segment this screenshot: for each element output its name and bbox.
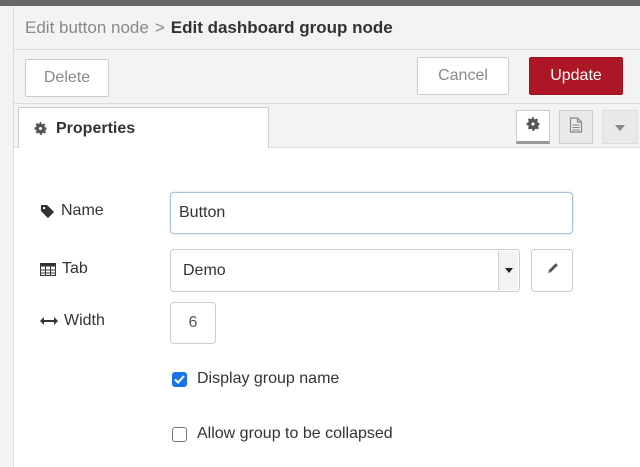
name-input[interactable]	[170, 192, 573, 234]
properties-form: Name Tab Demo Width 6	[14, 148, 640, 467]
name-label: Name	[40, 202, 104, 220]
more-options-button[interactable]	[602, 110, 638, 144]
name-label-text: Name	[61, 202, 104, 219]
node-settings-button[interactable]	[516, 110, 550, 144]
pencil-icon	[546, 262, 559, 280]
allow-collapse-checkbox[interactable]	[172, 426, 187, 442]
tab-properties-label: Properties	[56, 119, 136, 137]
tag-icon	[40, 204, 55, 219]
editor-background	[0, 0, 14, 467]
breadcrumb-parent[interactable]: Edit button node	[25, 18, 149, 38]
node-description-button[interactable]	[559, 110, 593, 144]
breadcrumb-current: Edit dashboard group node	[170, 17, 393, 37]
chevron-down-icon	[615, 118, 625, 136]
edit-tab-button[interactable]	[531, 249, 573, 292]
delete-button[interactable]: Delete	[25, 59, 109, 97]
editor-top-strip	[0, 0, 14, 6]
tab-select[interactable]: Demo	[170, 249, 520, 292]
description-icon	[569, 116, 583, 138]
width-label: Width	[40, 312, 105, 330]
gear-icon	[525, 116, 541, 137]
table-icon	[40, 262, 56, 276]
breadcrumb-separator: >	[154, 17, 165, 37]
allow-collapse-label: Allow group to be collapsed	[197, 425, 393, 442]
tab-properties[interactable]: Properties	[18, 107, 269, 149]
gear-icon	[33, 121, 48, 136]
tab-label: Tab	[40, 260, 88, 278]
arrows-horizontal-icon	[40, 316, 58, 326]
edit-tray: Edit button node > Edit dashboard group …	[14, 0, 640, 467]
chevron-down-icon[interactable]	[498, 251, 518, 290]
tray-toolbar: Delete Cancel Update	[14, 50, 640, 104]
allow-collapse-row[interactable]: Allow group to be collapsed	[172, 425, 393, 443]
width-size-button[interactable]: 6	[170, 302, 216, 344]
tray-title-bar: Edit button node > Edit dashboard group …	[14, 6, 640, 50]
tab-label-text: Tab	[62, 260, 88, 277]
update-button[interactable]: Update	[529, 57, 623, 95]
width-label-text: Width	[64, 312, 105, 329]
display-group-name-row[interactable]: Display group name	[172, 370, 339, 388]
tab-select-value: Demo	[183, 261, 226, 279]
display-group-name-label: Display group name	[197, 370, 340, 387]
cancel-button[interactable]: Cancel	[417, 57, 509, 95]
display-group-name-checkbox[interactable]	[172, 371, 187, 387]
tab-bar: Properties	[14, 104, 640, 149]
